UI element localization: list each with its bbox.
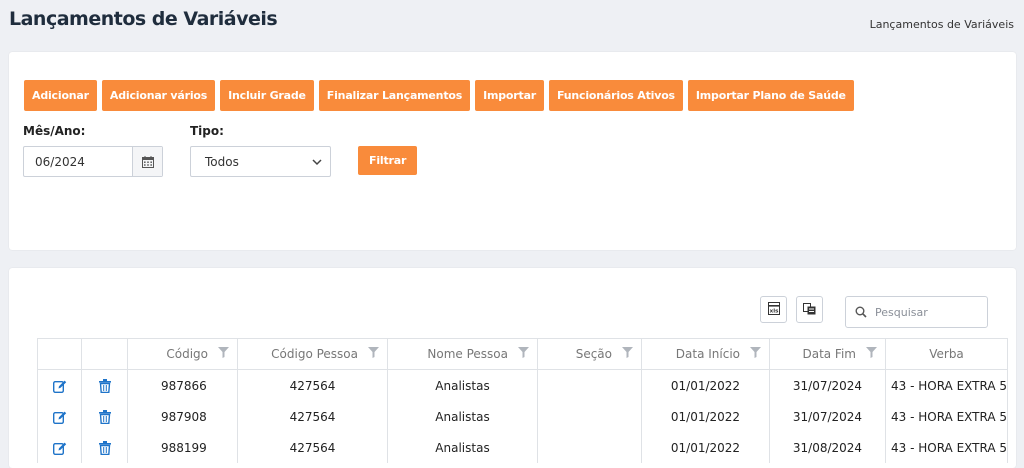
header-codigo[interactable]: Código: [127, 338, 238, 370]
header-delete: [81, 338, 128, 370]
secao-cell: [537, 401, 642, 432]
search-icon: [855, 303, 867, 322]
codigo-cell: 987866: [127, 369, 238, 401]
header-data-fim[interactable]: Data Fim: [769, 338, 886, 370]
table-row[interactable]: 988199 427564 Analistas 01/01/2022 31/08/202…: [37, 432, 1009, 463]
data-inicio-cell: 01/01/2022: [641, 401, 770, 432]
codigo-pessoa-cell: 427564: [237, 432, 388, 463]
funcionarios-ativos-button[interactable]: Funcionários Ativos: [549, 80, 683, 111]
data-inicio-cell: 01/01/2022: [641, 432, 770, 463]
column-label: Verba: [929, 347, 964, 361]
importar-button[interactable]: Importar: [475, 80, 545, 111]
export-excel-button[interactable]: xls: [760, 296, 787, 323]
mes-ano-field: [23, 146, 163, 177]
edit-cell: [37, 432, 82, 463]
calendar-icon[interactable]: [132, 147, 162, 176]
filter-icon[interactable]: [866, 347, 877, 361]
column-label: Data Início: [675, 347, 740, 361]
trash-icon[interactable]: [83, 401, 127, 432]
column-label: Seção: [575, 347, 612, 361]
column-label: Data Fim: [802, 347, 856, 361]
edit-cell: [37, 401, 82, 432]
tipo-select[interactable]: Todos: [190, 146, 331, 177]
data-fim-cell: 31/07/2024: [769, 401, 886, 432]
lancamentos-table: Código Código Pessoa Nome Pessoa Seção D…: [37, 338, 1009, 463]
trash-icon[interactable]: [83, 370, 127, 401]
column-label: Código: [166, 347, 208, 361]
header-nome-pessoa[interactable]: Nome Pessoa: [387, 338, 538, 370]
data-fim-cell: 31/08/2024: [769, 432, 886, 463]
tipo-label: Tipo:: [190, 124, 224, 138]
column-chooser-button[interactable]: [796, 296, 823, 323]
header-edit: [37, 338, 82, 370]
table-header-row: Código Código Pessoa Nome Pessoa Seção D…: [37, 338, 1009, 370]
table-row[interactable]: 987866 427564 Analistas 01/01/2022 31/07/202…: [37, 369, 1009, 401]
adicionar-varios-button[interactable]: Adicionar vários: [101, 80, 216, 111]
importar-plano-saude-button[interactable]: Importar Plano de Saúde: [687, 80, 854, 111]
trash-icon[interactable]: [83, 432, 127, 463]
secao-cell: [537, 369, 642, 401]
export-excel-icon: xls: [767, 300, 780, 319]
filter-icon[interactable]: [622, 347, 633, 361]
secao-cell: [537, 432, 642, 463]
data-fim-cell: 31/07/2024: [769, 369, 886, 401]
nome-pessoa-cell: Analistas: [387, 432, 538, 463]
verba-cell: 43 - HORA EXTRA 5: [884, 401, 1009, 432]
nome-pessoa-cell: Analistas: [387, 369, 538, 401]
edit-cell: [37, 369, 82, 401]
header-verba[interactable]: Verba: [884, 338, 1009, 370]
header-codigo-pessoa[interactable]: Código Pessoa: [237, 338, 388, 370]
nome-pessoa-cell: Analistas: [387, 401, 538, 432]
search-box: [845, 296, 988, 328]
codigo-pessoa-cell: 427564: [237, 401, 388, 432]
breadcrumb[interactable]: Lançamentos de Variáveis: [870, 18, 1014, 31]
column-label: Código Pessoa: [271, 347, 358, 361]
finalizar-lancamentos-button[interactable]: Finalizar Lançamentos: [318, 80, 471, 111]
header-data-inicio[interactable]: Data Início: [641, 338, 770, 370]
edit-icon[interactable]: [39, 401, 81, 432]
filtrar-button[interactable]: Filtrar: [358, 146, 418, 175]
incluir-grade-button[interactable]: Incluir Grade: [220, 80, 314, 111]
column-chooser-icon: [803, 300, 816, 319]
verba-cell: 43 - HORA EXTRA 5: [884, 432, 1009, 463]
adicionar-button[interactable]: Adicionar: [24, 80, 97, 111]
delete-cell: [81, 401, 128, 432]
edit-icon[interactable]: [39, 432, 81, 463]
codigo-cell: 987908: [127, 401, 238, 432]
header-secao[interactable]: Seção: [537, 338, 642, 370]
filter-icon[interactable]: [750, 347, 761, 361]
svg-text:xls: xls: [769, 309, 778, 315]
action-button-row: Adicionar Adicionar vários Incluir Grade…: [24, 80, 854, 111]
column-label: Nome Pessoa: [427, 347, 508, 361]
mes-ano-input[interactable]: [24, 147, 132, 176]
chevron-down-icon: [312, 155, 322, 169]
search-input[interactable]: [875, 305, 980, 319]
filter-icon[interactable]: [218, 347, 229, 361]
edit-icon[interactable]: [39, 370, 81, 401]
delete-cell: [81, 369, 128, 401]
codigo-cell: 988199: [127, 432, 238, 463]
filter-panel: Adicionar Adicionar vários Incluir Grade…: [9, 52, 1016, 250]
tipo-select-value: Todos: [205, 154, 239, 169]
page-title: Lançamentos de Variáveis: [9, 8, 278, 30]
table-row[interactable]: 987908 427564 Analistas 01/01/2022 31/07/202…: [37, 401, 1009, 432]
codigo-pessoa-cell: 427564: [237, 369, 388, 401]
mes-ano-label: Mês/Ano:: [23, 124, 86, 138]
delete-cell: [81, 432, 128, 463]
verba-cell: 43 - HORA EXTRA 5: [884, 369, 1009, 401]
data-inicio-cell: 01/01/2022: [641, 369, 770, 401]
grid-panel: xls Pesquisar Código Código Pessoa Nome …: [9, 268, 1016, 468]
filter-icon[interactable]: [368, 347, 379, 361]
filter-icon[interactable]: [518, 347, 529, 361]
